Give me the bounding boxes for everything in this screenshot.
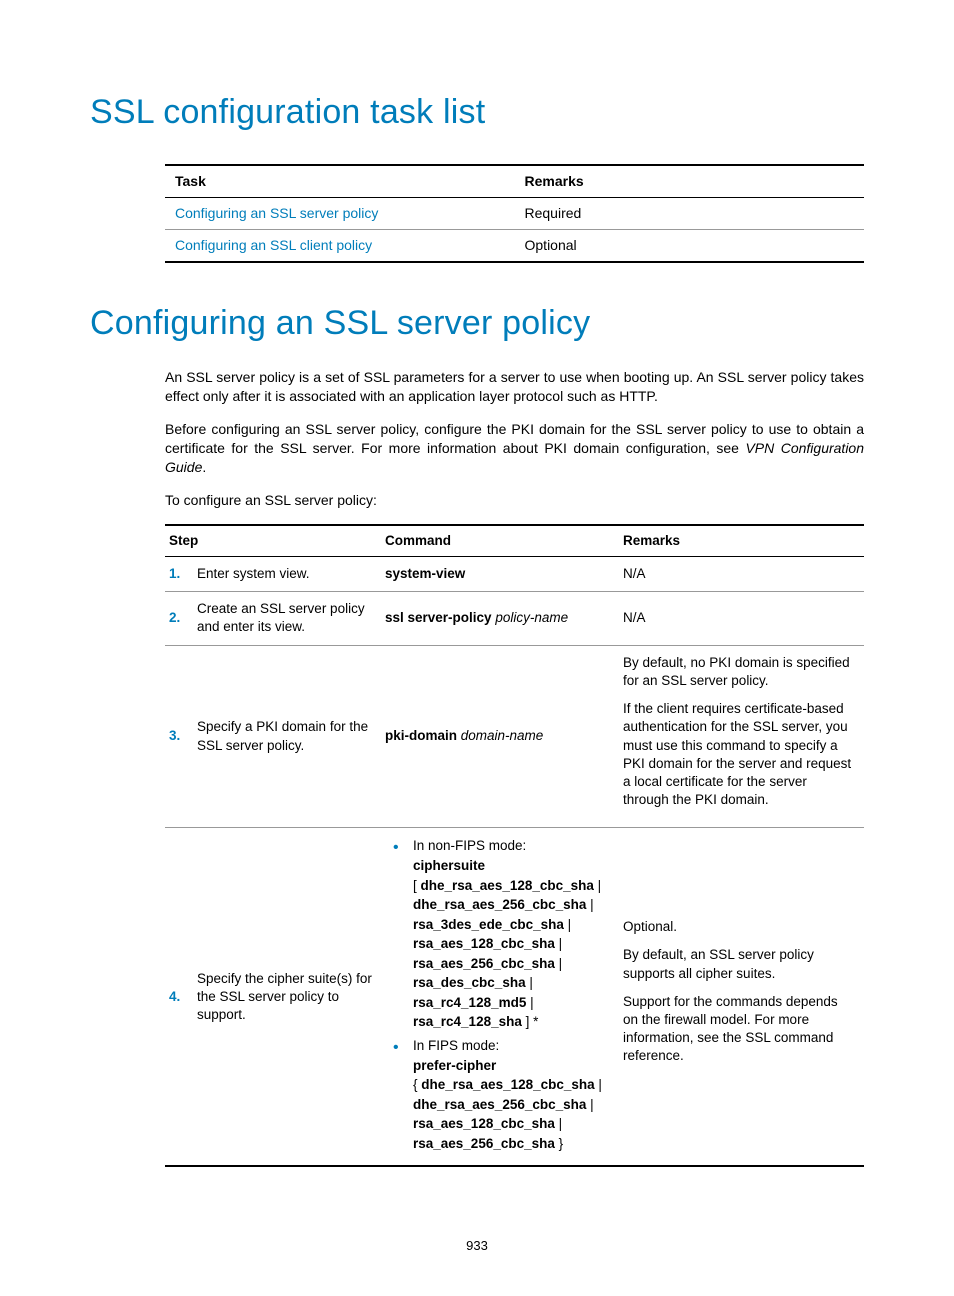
heading-ssl-server-policy: Configuring an SSL server policy <box>90 301 864 347</box>
paragraph: Before configuring an SSL server policy,… <box>165 420 864 477</box>
table-row: Configuring an SSL client policy Optiona… <box>165 229 864 261</box>
text: ] * <box>522 1014 539 1029</box>
step-desc: Create an SSL server policy and enter it… <box>193 592 381 645</box>
command-text: system-view <box>385 566 465 581</box>
command-text: ssl server-policy <box>385 610 492 625</box>
command-text: dhe_rsa_aes_128_cbc_sha <box>421 878 594 893</box>
command-text: rsa_rc4_128_md5 <box>413 995 526 1010</box>
step-number: 4. <box>165 828 193 1167</box>
step-command: ssl server-policy policy-name <box>381 592 619 645</box>
text: . <box>202 459 206 475</box>
link-ssl-server-policy[interactable]: Configuring an SSL server policy <box>175 205 378 221</box>
step-desc: Specify a PKI domain for the SSL server … <box>193 645 381 828</box>
table-row: 3. Specify a PKI domain for the SSL serv… <box>165 645 864 828</box>
text: | <box>555 936 562 951</box>
remarks-line: If the client requires certificate-based… <box>623 700 856 809</box>
text: [ <box>413 878 421 893</box>
text: | <box>555 1116 562 1131</box>
table-row: Configuring an SSL server policy Require… <box>165 197 864 229</box>
step-remarks: N/A <box>619 557 864 592</box>
text: In non-FIPS mode: <box>413 838 526 853</box>
paragraph: To configure an SSL server policy: <box>165 491 864 510</box>
step-desc: Enter system view. <box>193 557 381 592</box>
table-row: 4. Specify the cipher suite(s) for the S… <box>165 828 864 1167</box>
remarks-line: By default, an SSL server policy support… <box>623 946 856 982</box>
text: | <box>526 995 533 1010</box>
step-remarks: Optional. By default, an SSL server poli… <box>619 828 864 1167</box>
step-command: system-view <box>381 557 619 592</box>
text: | <box>526 975 533 990</box>
step-number: 2. <box>165 592 193 645</box>
text: | <box>564 917 571 932</box>
command-text: ciphersuite <box>413 858 485 873</box>
cell-remarks: Optional <box>515 229 865 261</box>
step-number: 3. <box>165 645 193 828</box>
command-text: rsa_aes_256_cbc_sha <box>413 956 555 971</box>
command-text: rsa_aes_256_cbc_sha <box>413 1136 555 1151</box>
step-command: pki-domain domain-name <box>381 645 619 828</box>
command-arg: policy-name <box>492 610 569 625</box>
steps-table: Step Command Remarks 1. Enter system vie… <box>165 524 864 1168</box>
link-ssl-client-policy[interactable]: Configuring an SSL client policy <box>175 237 372 253</box>
text: | <box>555 956 562 971</box>
command-text: dhe_rsa_aes_128_cbc_sha <box>421 1077 594 1092</box>
text: | <box>595 1077 602 1092</box>
command-text: rsa_3des_ede_cbc_sha <box>413 917 564 932</box>
paragraph: An SSL server policy is a set of SSL par… <box>165 368 864 406</box>
command-text: dhe_rsa_aes_256_cbc_sha <box>413 1097 586 1112</box>
heading-task-list: SSL configuration task list <box>90 90 864 136</box>
step-header: Step <box>165 525 381 557</box>
cell-remarks: Required <box>515 197 865 229</box>
text: In FIPS mode: <box>413 1038 499 1053</box>
remarks-line: Support for the commands depends on the … <box>623 993 856 1066</box>
command-text: rsa_rc4_128_sha <box>413 1014 522 1029</box>
text: } <box>555 1136 563 1151</box>
table-row: 1. Enter system view. system-view N/A <box>165 557 864 592</box>
step-number: 1. <box>165 557 193 592</box>
page-number: 933 <box>90 1237 864 1255</box>
task-header: Task <box>165 165 515 197</box>
text: | <box>594 878 601 893</box>
command-text: rsa_aes_128_cbc_sha <box>413 936 555 951</box>
remarks-line: By default, no PKI domain is specified f… <box>623 654 856 690</box>
step-remarks: By default, no PKI domain is specified f… <box>619 645 864 828</box>
remarks-line: Optional. <box>623 918 856 936</box>
task-table: Task Remarks Configuring an SSL server p… <box>165 164 864 263</box>
command-text: pki-domain <box>385 728 457 743</box>
command-arg: domain-name <box>457 728 543 743</box>
step-remarks: N/A <box>619 592 864 645</box>
step-command: In non-FIPS mode: ciphersuite [ dhe_rsa_… <box>381 828 619 1167</box>
command-text: rsa_aes_128_cbc_sha <box>413 1116 555 1131</box>
text: | <box>586 1097 593 1112</box>
bullet-item: In FIPS mode: prefer-cipher { dhe_rsa_ae… <box>385 1036 611 1153</box>
command-text: dhe_rsa_aes_256_cbc_sha <box>413 897 586 912</box>
command-text: rsa_des_cbc_sha <box>413 975 526 990</box>
text: | <box>586 897 593 912</box>
table-row: 2. Create an SSL server policy and enter… <box>165 592 864 645</box>
command-text: prefer-cipher <box>413 1058 496 1073</box>
command-header: Command <box>381 525 619 557</box>
bullet-item: In non-FIPS mode: ciphersuite [ dhe_rsa_… <box>385 836 611 1032</box>
step-desc: Specify the cipher suite(s) for the SSL … <box>193 828 381 1167</box>
remarks-header: Remarks <box>619 525 864 557</box>
remarks-header: Remarks <box>515 165 865 197</box>
